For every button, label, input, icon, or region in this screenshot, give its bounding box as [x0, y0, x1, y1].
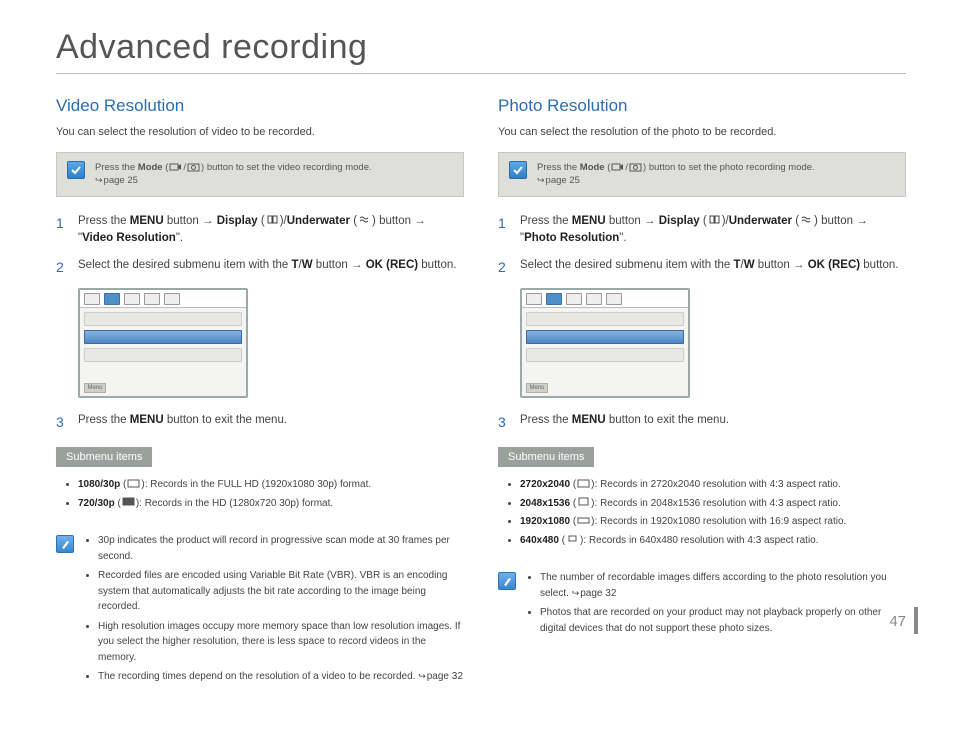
- underwater-icon: [358, 214, 371, 225]
- page-ref: page 32: [418, 671, 463, 682]
- page-number: 47: [889, 607, 918, 634]
- screenshot-tab: [526, 293, 542, 305]
- menu-label-icon: Menu: [84, 383, 106, 393]
- step-1: 1 Press the MENU button → Display ()/Und…: [498, 213, 906, 248]
- note-icon: [56, 535, 74, 553]
- note-item: The number of recordable images differs …: [540, 570, 906, 601]
- camera-menu-screenshot: Menu: [78, 288, 248, 398]
- note-item: The recording times depend on the resolu…: [98, 669, 464, 685]
- step-number: 1: [498, 213, 510, 248]
- screenshot-tab: [606, 293, 622, 305]
- note-item: Photos that are recorded on your product…: [540, 605, 906, 636]
- resolution-icon: [577, 478, 590, 489]
- step-number: 2: [498, 257, 510, 278]
- submenu-item: 2720x2040 (): Records in 2720x2040 resol…: [520, 477, 902, 493]
- callout-text: Press the Mode (/) button to set the pho…: [537, 161, 815, 188]
- video-mode-icon: [169, 161, 182, 172]
- callout-text: Press the Mode (/) button to set the vid…: [95, 161, 372, 188]
- submenu-item: 1080/30p (): Records in the FULL HD (192…: [78, 477, 460, 493]
- step-number: 3: [56, 412, 68, 433]
- section-heading-video: Video Resolution: [56, 96, 464, 116]
- resolution-icon: [127, 478, 140, 489]
- screenshot-tab-active: [546, 293, 562, 305]
- page-title: Advanced recording: [56, 28, 906, 74]
- page-ref: page 25: [95, 175, 138, 186]
- note-item: Recorded files are encoded using Variabl…: [98, 568, 464, 615]
- intro-text: You can select the resolution of the pho…: [498, 126, 906, 138]
- screenshot-tab: [84, 293, 100, 305]
- camera-menu-screenshot: Menu: [520, 288, 690, 398]
- menu-label-icon: Menu: [526, 383, 548, 393]
- intro-text: You can select the resolution of video t…: [56, 126, 464, 138]
- video-mode-icon: [611, 161, 624, 172]
- photo-mode-icon: [629, 161, 642, 172]
- resolution-icon: [566, 533, 579, 544]
- step-number: 1: [56, 213, 68, 248]
- screenshot-tab: [144, 293, 160, 305]
- submenu-list: 1080/30p (): Records in the FULL HD (192…: [56, 467, 464, 524]
- notes-block: 30p indicates the product will record in…: [56, 532, 464, 689]
- check-icon: [509, 161, 527, 179]
- callout-box: Press the Mode (/) button to set the pho…: [498, 152, 906, 197]
- page-ref: page 32: [572, 588, 617, 599]
- step-number: 3: [498, 412, 510, 433]
- video-resolution-section: Video Resolution You can select the reso…: [56, 96, 464, 689]
- submenu-item: 720/30p (): Records in the HD (1280x720 …: [78, 496, 460, 512]
- screenshot-tab: [566, 293, 582, 305]
- two-column-layout: Video Resolution You can select the reso…: [56, 96, 906, 689]
- underwater-icon: [800, 214, 813, 225]
- resolution-icon: [122, 496, 135, 507]
- submenu-list: 2720x2040 (): Records in 2720x2040 resol…: [498, 467, 906, 561]
- step-number: 2: [56, 257, 68, 278]
- step-1: 1 Press the MENU button → Display ()/Und…: [56, 213, 464, 248]
- notes-block: The number of recordable images differs …: [498, 569, 906, 640]
- resolution-icon: [577, 515, 590, 526]
- section-heading-photo: Photo Resolution: [498, 96, 906, 116]
- screenshot-tab-active: [104, 293, 120, 305]
- step-2: 2 Select the desired submenu item with t…: [56, 257, 464, 278]
- submenu-item: 2048x1536 (): Records in 2048x1536 resol…: [520, 496, 902, 512]
- display-icon: [708, 214, 721, 225]
- submenu-header: Submenu items: [498, 447, 594, 467]
- photo-mode-icon: [187, 161, 200, 172]
- submenu-item: 1920x1080 (): Records in 1920x1080 resol…: [520, 514, 902, 530]
- screenshot-tab: [586, 293, 602, 305]
- step-3: 3 Press the MENU button to exit the menu…: [498, 412, 906, 433]
- page-ref: page 25: [537, 175, 580, 186]
- check-icon: [67, 161, 85, 179]
- step-3: 3 Press the MENU button to exit the menu…: [56, 412, 464, 433]
- note-icon: [498, 572, 516, 590]
- note-item: High resolution images occupy more memor…: [98, 619, 464, 666]
- display-icon: [266, 214, 279, 225]
- screenshot-tab: [164, 293, 180, 305]
- photo-resolution-section: Photo Resolution You can select the reso…: [498, 96, 906, 689]
- resolution-icon: [577, 496, 590, 507]
- submenu-header: Submenu items: [56, 447, 152, 467]
- submenu-item: 640x480 (): Records in 640x480 resolutio…: [520, 533, 902, 549]
- note-item: 30p indicates the product will record in…: [98, 533, 464, 564]
- step-2: 2 Select the desired submenu item with t…: [498, 257, 906, 278]
- callout-box: Press the Mode (/) button to set the vid…: [56, 152, 464, 197]
- screenshot-tab: [124, 293, 140, 305]
